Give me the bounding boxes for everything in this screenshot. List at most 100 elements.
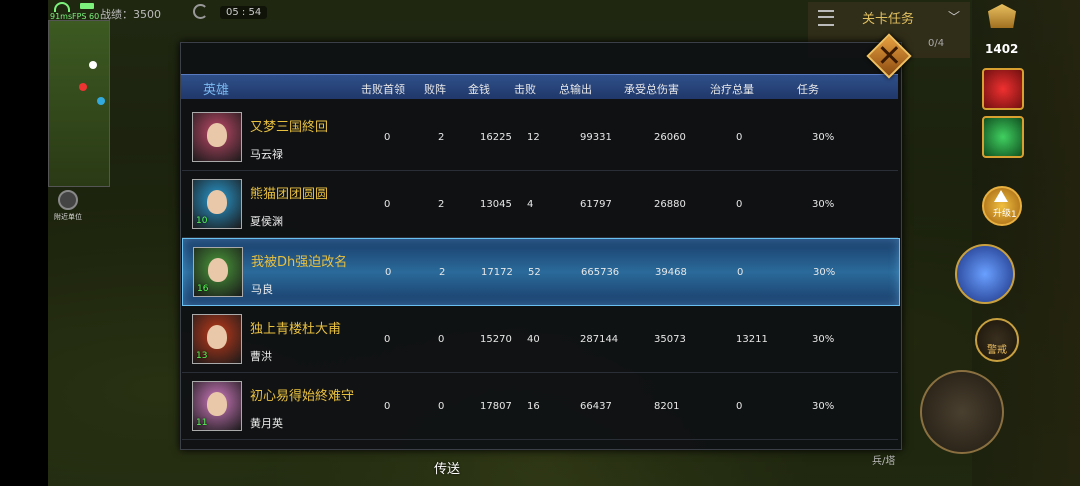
cell-damage-dealt: 665736 <box>581 267 620 278</box>
cell-gold: 16225 <box>480 132 512 143</box>
rank-value: 1402 <box>985 42 1019 56</box>
hero-avatar: 10 <box>192 179 242 229</box>
player-name: 我被Dh强迫改名 <box>251 255 348 270</box>
player-name: 熊猫团团圆圆 <box>250 187 329 202</box>
hero-name: 曹洪 <box>250 350 272 363</box>
quest-progress: 0/4 <box>928 38 945 49</box>
hero-avatar: 11 <box>192 381 242 431</box>
rank-emblem-icon[interactable] <box>982 4 1022 40</box>
cell-gold: 17172 <box>481 267 513 278</box>
hero-face-icon <box>207 392 227 416</box>
cell-damage-taken: 26880 <box>654 199 686 210</box>
quest-title: 关卡任务 <box>862 12 915 27</box>
nearby-units-label: 附近单位 <box>54 213 82 221</box>
player-name: 初心易得始終难守 <box>250 389 355 404</box>
cell-deaths: 2 <box>438 132 445 143</box>
cell-gold: 17807 <box>480 401 512 412</box>
item-slot-green[interactable] <box>982 116 1024 158</box>
alert-button[interactable]: 警戒 <box>975 318 1019 362</box>
cell-task: 30% <box>812 334 835 345</box>
battery-icon <box>80 3 94 9</box>
cell-task: 30% <box>812 401 835 412</box>
table-row[interactable]: 又梦三国終回 马云禄 0 2 16225 12 99331 26060 0 30% <box>182 104 898 171</box>
col-damage-dealt: 总输出 <box>559 83 592 96</box>
cell-damage-dealt: 66437 <box>580 401 612 412</box>
soldier-tower-label: 兵/塔 <box>872 456 896 467</box>
cell-damage-dealt: 99331 <box>580 132 612 143</box>
teleport-button[interactable]: 传送 <box>434 458 460 477</box>
arrow-up-icon <box>994 190 1008 202</box>
col-kills: 击败 <box>514 83 536 96</box>
cell-boss-kills: 0 <box>384 199 391 210</box>
minimap[interactable] <box>48 20 110 187</box>
table-row[interactable]: 13 独上青楼杜大甫 曹洪 0 0 15270 40 287144 35073 13211 30% <box>182 306 898 373</box>
hero-level: 16 <box>197 284 209 294</box>
cell-kills: 12 <box>527 132 540 143</box>
cell-damage-dealt: 61797 <box>580 199 612 210</box>
alert-label: 警戒 <box>987 345 1007 356</box>
hero-level: 11 <box>196 418 208 428</box>
hero-name: 黄月英 <box>250 417 283 430</box>
hero-level: 13 <box>196 351 208 361</box>
cell-boss-kills: 0 <box>384 132 391 143</box>
col-task: 任务 <box>797 83 819 96</box>
cell-kills: 4 <box>527 199 534 210</box>
col-healing: 治疗总量 <box>710 83 754 96</box>
col-boss-kills: 击败首领 <box>361 83 405 96</box>
cell-damage-taken: 35073 <box>654 334 686 345</box>
cell-deaths: 2 <box>438 199 445 210</box>
cell-healing: 0 <box>737 267 744 278</box>
hero-face-icon <box>207 190 227 214</box>
chevron-down-icon[interactable]: ﹀ <box>948 8 960 25</box>
col-deaths: 败阵 <box>424 83 446 96</box>
minimap-marker <box>89 61 97 69</box>
cell-deaths: 2 <box>439 267 446 278</box>
cell-boss-kills: 0 <box>384 334 391 345</box>
hero-avatar <box>192 112 242 162</box>
cell-boss-kills: 0 <box>385 267 392 278</box>
nearby-units-button[interactable]: 附近单位 <box>54 190 82 222</box>
wifi-icon <box>54 2 70 12</box>
cell-healing: 0 <box>736 199 743 210</box>
level-up-label: 升级 <box>992 209 1011 219</box>
cell-damage-taken: 26060 <box>654 132 686 143</box>
table-row[interactable]: 10 熊猫团团圆圆 夏侯渊 0 2 13045 4 61797 26880 0 30% <box>182 171 898 238</box>
hero-face-icon <box>207 325 227 349</box>
hero-face-icon <box>207 123 227 147</box>
cell-deaths: 0 <box>438 334 445 345</box>
cell-task: 30% <box>813 267 836 278</box>
cell-gold: 15270 <box>480 334 512 345</box>
cell-deaths: 0 <box>438 401 445 412</box>
cell-kills: 40 <box>527 334 540 345</box>
cell-boss-kills: 0 <box>384 401 391 412</box>
table-row[interactable]: 16 我被Dh强迫改名 马良 0 2 17172 52 665736 39468 0 30% <box>182 238 900 306</box>
player-name: 又梦三国終回 <box>250 120 329 135</box>
item-slot-red[interactable] <box>982 68 1024 110</box>
game-clock: 05 : 54 <box>220 6 268 19</box>
hero-avatar: 13 <box>192 314 242 364</box>
cell-healing: 0 <box>736 132 743 143</box>
cell-damage-taken: 39468 <box>655 267 687 278</box>
cell-damage-taken: 8201 <box>654 401 680 412</box>
location-pin-icon <box>58 190 78 210</box>
col-hero: 英雄 <box>203 83 230 98</box>
minimap-marker <box>79 83 87 91</box>
attack-sword-button[interactable] <box>920 370 1004 454</box>
table-row[interactable]: 11 初心易得始終难守 黄月英 0 0 17807 16 66437 8201 0 30% <box>182 373 898 440</box>
cell-kills: 52 <box>528 267 541 278</box>
cell-damage-dealt: 287144 <box>580 334 619 345</box>
scoreboard-header: 英雄 击败首领 败阵 金钱 击败 总输出 承受总伤害 治疗总量 任务 <box>181 74 898 99</box>
hero-level: 10 <box>196 216 208 226</box>
col-gold: 金钱 <box>468 83 490 96</box>
refresh-icon[interactable] <box>193 4 208 19</box>
left-letterbox <box>0 0 48 486</box>
menu-icon <box>818 10 834 26</box>
hero-face-icon <box>208 258 228 282</box>
player-name: 独上青楼杜大甫 <box>250 322 342 337</box>
hero-avatar: 16 <box>193 247 243 297</box>
col-damage-taken: 承受总伤害 <box>624 83 679 96</box>
lightning-skill-button[interactable] <box>955 244 1015 304</box>
hero-name: 马良 <box>251 283 273 296</box>
cell-healing: 0 <box>736 401 743 412</box>
hero-name: 马云禄 <box>250 148 283 161</box>
